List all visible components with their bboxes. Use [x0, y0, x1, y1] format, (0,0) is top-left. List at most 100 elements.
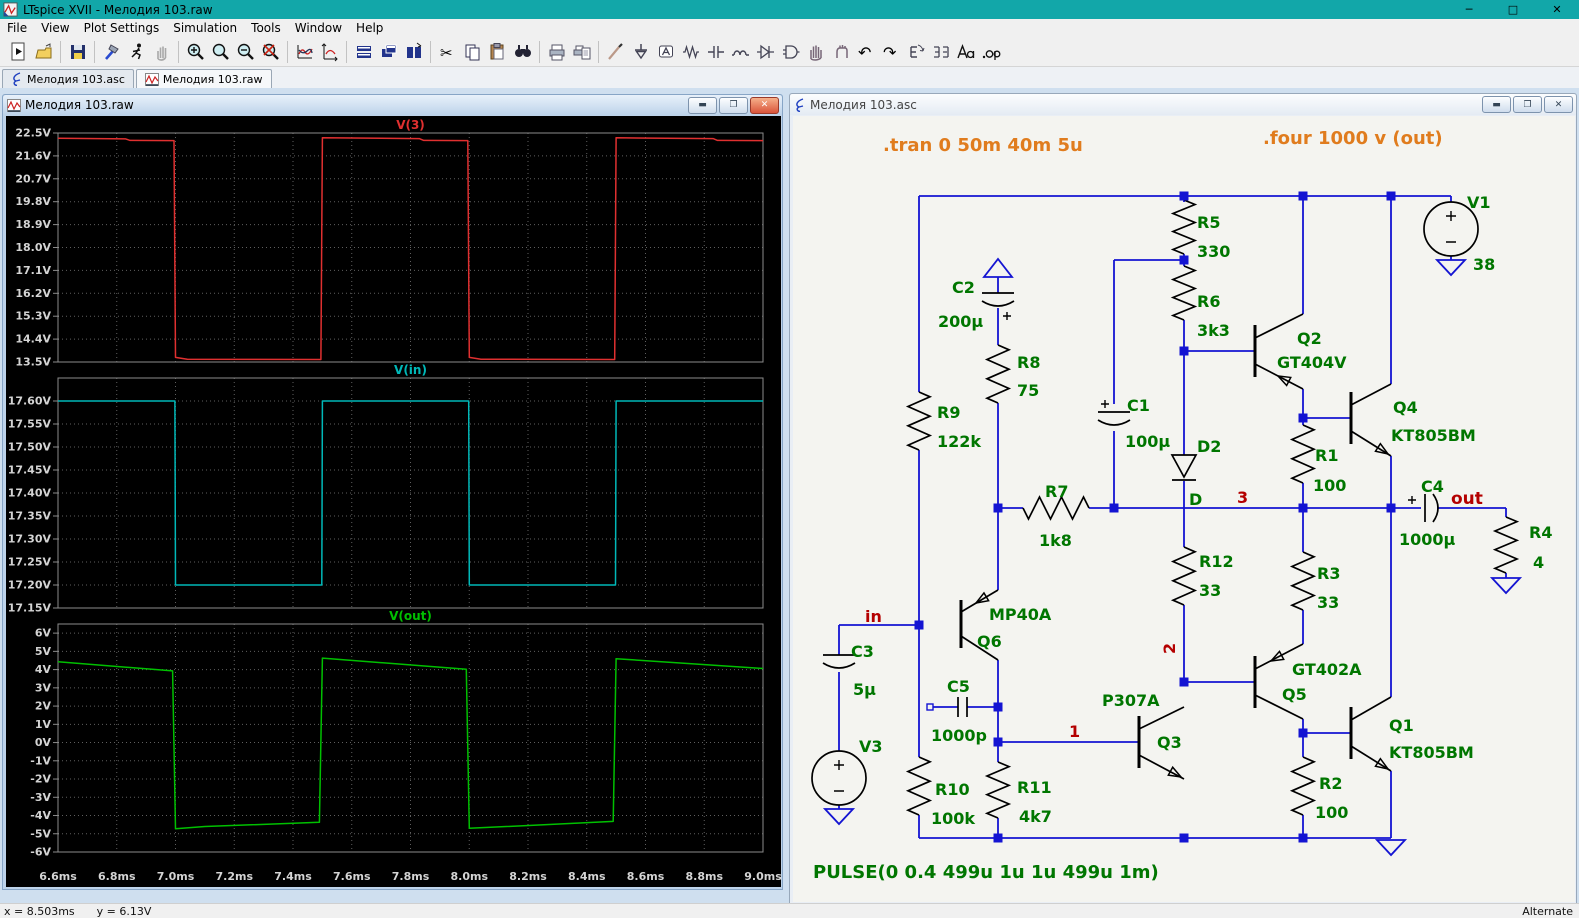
app-close-button[interactable]: ✕: [1535, 3, 1579, 16]
waveform-minimize-button[interactable]: ▬: [688, 96, 717, 114]
resistor-R6[interactable]: [1170, 265, 1198, 321]
waveform-client: V(3) 22.5V 21.6V 20.7V 19.8V 18.9V 18.0V 17.1V 1…: [6, 116, 782, 887]
move-icon[interactable]: [803, 40, 828, 64]
cut-icon[interactable]: ✂: [435, 40, 460, 64]
component-label-q4-val: KT805BM: [1391, 426, 1476, 445]
control-panel-icon[interactable]: [99, 40, 124, 64]
resistor-R8[interactable]: [984, 344, 1012, 404]
text-icon[interactable]: [953, 40, 978, 64]
copy-icon[interactable]: [460, 40, 485, 64]
redo-icon[interactable]: ↷: [878, 40, 903, 64]
resistor-R1[interactable]: [1289, 424, 1317, 484]
resistor-R10[interactable]: [905, 756, 933, 816]
component-label-r9-val: 122k: [937, 432, 981, 451]
cascade-icon[interactable]: [376, 40, 401, 64]
capacitor-icon[interactable]: [703, 40, 728, 64]
diode-D2[interactable]: [1170, 454, 1198, 481]
zoom-extents-icon[interactable]: [258, 40, 283, 64]
run-icon[interactable]: [124, 40, 149, 64]
save-icon[interactable]: [65, 40, 90, 64]
component-label-c1-ref: C1: [1127, 396, 1150, 415]
print-icon[interactable]: [544, 40, 569, 64]
waveform-close-button[interactable]: ✕: [750, 96, 779, 114]
component-label-directives-pulse: PULSE(0 0.4 499u 1u 1u 499u 1m): [813, 862, 1159, 883]
y-axis-tick-label: 17.20V: [8, 579, 52, 592]
capacitor-C1[interactable]: [1097, 411, 1131, 426]
capacitor-C2[interactable]: [981, 292, 1015, 307]
component-label-r2-val: 100: [1315, 803, 1348, 822]
resistor-R4[interactable]: [1492, 516, 1520, 574]
plot-settings-icon[interactable]: [292, 40, 317, 64]
diode-icon[interactable]: [753, 40, 778, 64]
tile-horizontal-icon[interactable]: [351, 40, 376, 64]
tab-schematic[interactable]: Мелодия 103.asc: [2, 69, 134, 88]
capacitor-C4[interactable]: [1424, 493, 1439, 523]
open-file-icon[interactable]: [31, 40, 56, 64]
y-axis-tick-label: 17.35V: [8, 510, 52, 523]
resistor-R5[interactable]: [1170, 199, 1198, 255]
net-label-icon[interactable]: [653, 40, 678, 64]
resistor-R2[interactable]: [1289, 756, 1317, 816]
resistor-R12[interactable]: [1170, 546, 1198, 606]
inductor-icon[interactable]: [728, 40, 753, 64]
component-label-r3-val: 33: [1317, 593, 1339, 612]
drag-icon[interactable]: [828, 40, 853, 64]
floating-terminal: [926, 703, 934, 711]
resistor-R11[interactable]: [984, 761, 1012, 819]
tab-bar: Мелодия 103.asc Мелодия 103.raw: [0, 67, 1579, 88]
source-V3[interactable]: [811, 750, 867, 806]
app-minimize-button[interactable]: ─: [1447, 3, 1491, 16]
zoom-box-icon[interactable]: [208, 40, 233, 64]
component-label-c5-ref: C5: [947, 677, 970, 696]
halt-icon[interactable]: [149, 40, 174, 64]
tile-vertical-icon[interactable]: [401, 40, 426, 64]
app-titlebar[interactable]: LTspice XVII - Мелодия 103.raw ─ □ ✕: [0, 0, 1579, 19]
spice-directive-icon[interactable]: [978, 40, 1003, 64]
resistor-R3[interactable]: [1289, 551, 1317, 611]
paste-icon[interactable]: [485, 40, 510, 64]
ground-icon: [1374, 839, 1408, 857]
menu-plot-settings[interactable]: Plot Settings: [77, 20, 167, 36]
menu-simulation[interactable]: Simulation: [166, 20, 244, 36]
wire-icon[interactable]: [603, 40, 628, 64]
find-icon[interactable]: [510, 40, 535, 64]
menu-file[interactable]: File: [0, 20, 34, 36]
tab-waveform[interactable]: Мелодия 103.raw: [135, 69, 272, 88]
schematic-minimize-button[interactable]: ▬: [1482, 96, 1511, 113]
ground-icon[interactable]: [628, 40, 653, 64]
component-label-c2-val: 200µ: [938, 312, 983, 331]
menu-view[interactable]: View: [34, 20, 76, 36]
new-schematic-icon[interactable]: [6, 40, 31, 64]
zoom-out-icon[interactable]: [233, 40, 258, 64]
zoom-in-icon[interactable]: [183, 40, 208, 64]
waveform-window-titlebar[interactable]: Мелодия 103.raw ▬ ❐ ✕: [3, 95, 782, 115]
y-axis-tick-label: 18.0V: [15, 241, 51, 254]
mirror-icon[interactable]: [928, 40, 953, 64]
autorange-icon[interactable]: [317, 40, 342, 64]
waveform-window-title: Мелодия 103.raw: [25, 98, 134, 112]
schematic-canvas[interactable]: R5330R63k3R9122kR875C2200µC1100µR71k8D2D…: [793, 116, 1575, 902]
resistor-R9[interactable]: [905, 391, 933, 451]
waveform-restore-button[interactable]: ❐: [719, 96, 748, 114]
x-axis-tick-label: 9.0ms: [744, 870, 781, 883]
schematic-restore-button[interactable]: ❐: [1513, 96, 1542, 113]
waveform-plot[interactable]: V(3) 22.5V 21.6V 20.7V 19.8V 18.9V 18.0V 17.1V 1…: [6, 116, 782, 887]
schematic-window-titlebar[interactable]: Мелодия 103.asc ▬ ❐ ✕: [790, 94, 1576, 115]
print-preview-icon[interactable]: [569, 40, 594, 64]
x-axis-tick-label: 7.2ms: [216, 870, 254, 883]
menu-tools[interactable]: Tools: [244, 20, 288, 36]
menu-help[interactable]: Help: [349, 20, 390, 36]
menu-window[interactable]: Window: [288, 20, 349, 36]
app-maximize-button[interactable]: □: [1491, 3, 1535, 16]
waveform-icon: [7, 98, 21, 112]
component-icon[interactable]: [778, 40, 803, 64]
y-axis-tick-label: -6V: [30, 846, 51, 859]
x-axis-tick-label: 8.8ms: [686, 870, 724, 883]
schematic-icon: [796, 97, 804, 112]
capacitor-C5[interactable]: [957, 697, 968, 717]
resistor-icon[interactable]: [678, 40, 703, 64]
ltspice-app: LTspice XVII - Мелодия 103.raw ─ □ ✕ Fil…: [0, 0, 1579, 918]
undo-icon[interactable]: ↶: [853, 40, 878, 64]
schematic-close-button[interactable]: ✕: [1544, 96, 1573, 113]
rotate-icon[interactable]: [903, 40, 928, 64]
